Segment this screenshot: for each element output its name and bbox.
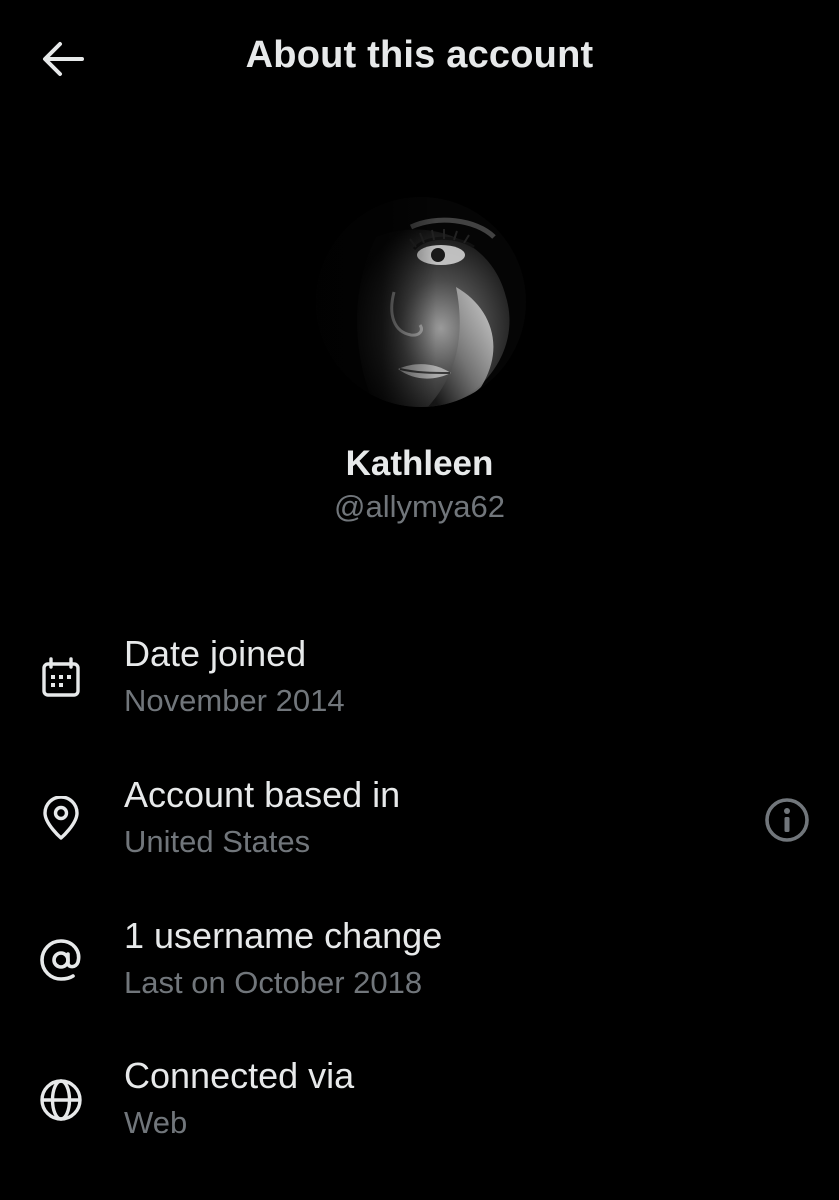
username-change-row: 1 username change Last on October 2018 bbox=[0, 915, 839, 1025]
page-title: About this account bbox=[245, 34, 594, 76]
account-location-value: United States bbox=[124, 824, 311, 859]
connected-via-value: Web bbox=[124, 1105, 188, 1140]
account-location-label: Account based in bbox=[124, 774, 401, 815]
username-change-label: 1 username change bbox=[124, 915, 443, 956]
connected-via-label: Connected via bbox=[124, 1055, 355, 1096]
date-joined-value: November 2014 bbox=[124, 683, 345, 718]
at-sign-icon bbox=[36, 935, 86, 985]
location-info-button[interactable] bbox=[760, 793, 814, 847]
connected-via-row: Connected via Web bbox=[0, 1055, 839, 1165]
globe-icon bbox=[36, 1075, 86, 1125]
username-handle: @allymya62 bbox=[333, 489, 506, 524]
avatar[interactable] bbox=[316, 197, 526, 407]
display-name: Kathleen bbox=[345, 444, 494, 483]
info-icon bbox=[765, 798, 809, 842]
account-location-row: Account based in United States bbox=[0, 774, 839, 884]
calendar-icon bbox=[36, 653, 86, 703]
location-pin-icon bbox=[36, 794, 86, 844]
username-change-value: Last on October 2018 bbox=[124, 965, 423, 1000]
top-bar: About this account bbox=[0, 0, 839, 120]
date-joined-label: Date joined bbox=[124, 633, 307, 674]
date-joined-row: Date joined November 2014 bbox=[0, 633, 839, 743]
